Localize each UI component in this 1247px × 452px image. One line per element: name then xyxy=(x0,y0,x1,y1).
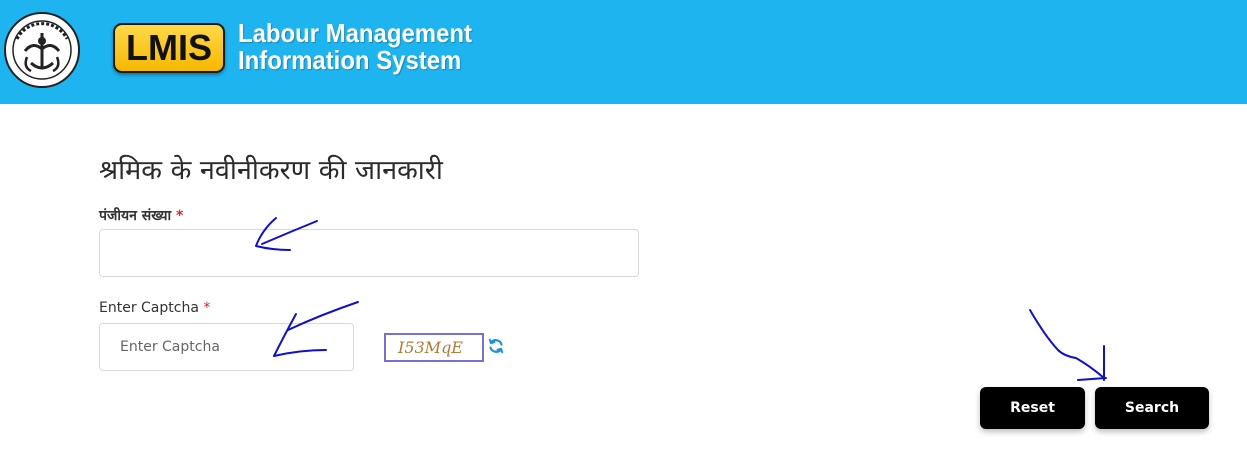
registration-label: पंजीयन संख्या * xyxy=(99,206,183,225)
refresh-icon[interactable] xyxy=(488,338,504,354)
app-title: Labour Management Information System xyxy=(238,20,472,74)
app-title-line-2: Information System xyxy=(238,45,462,75)
registration-number-input[interactable] xyxy=(99,229,639,277)
app-header: LMIS Labour Management Information Syste… xyxy=(0,0,1247,104)
app-title-line-1: Labour Management xyxy=(238,18,472,48)
state-emblem-icon xyxy=(4,12,80,88)
captcha-image: I53MqE xyxy=(384,333,484,362)
captcha-label-text: Enter Captcha xyxy=(99,300,199,316)
required-mark: * xyxy=(203,300,211,316)
logo-text: LMIS xyxy=(126,27,212,68)
search-button[interactable]: Search xyxy=(1095,387,1209,429)
reset-button[interactable]: Reset xyxy=(980,387,1085,429)
registration-label-text: पंजीयन संख्या xyxy=(99,208,172,224)
page-title: श्रमिक के नवीनीकरण की जानकारी xyxy=(99,155,443,186)
captcha-input[interactable] xyxy=(99,323,354,371)
lmis-logo: LMIS xyxy=(113,23,225,73)
hand-drawn-arrow-icon xyxy=(1029,309,1107,381)
captcha-label: Enter Captcha * xyxy=(99,300,210,316)
captcha-code: I53MqE xyxy=(398,338,463,357)
required-mark: * xyxy=(176,208,184,224)
